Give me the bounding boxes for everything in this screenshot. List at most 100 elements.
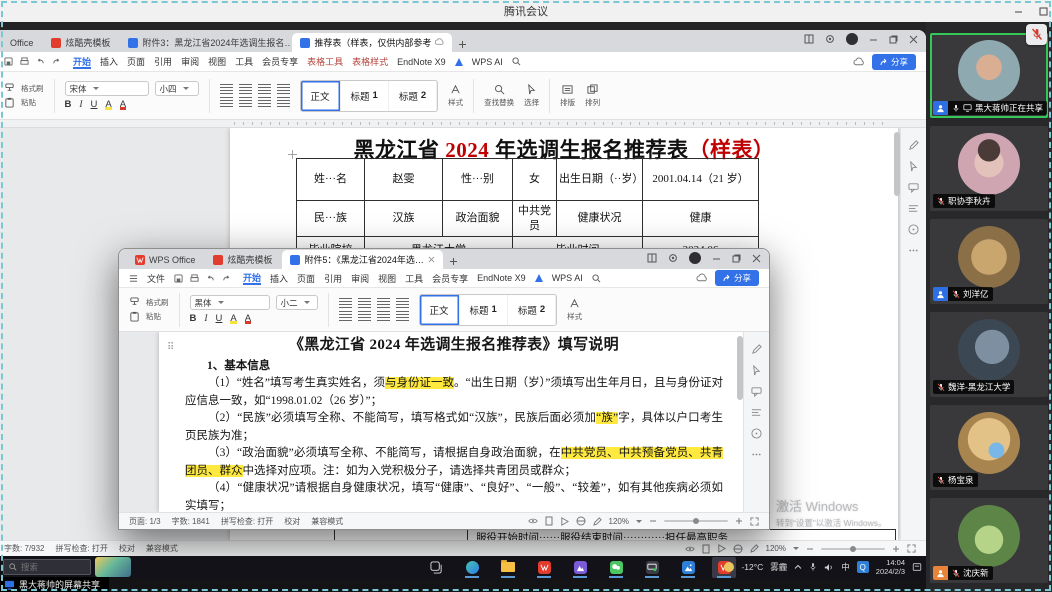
select-tool-icon[interactable] xyxy=(751,365,762,376)
wechat-button[interactable] xyxy=(604,557,628,578)
taskbar-clock[interactable]: 14:042024/2/3 xyxy=(876,558,905,576)
fullscreen-icon[interactable] xyxy=(907,544,916,553)
page-view-icon[interactable] xyxy=(702,544,710,554)
service-period-row[interactable]: 服役开始时间······服役结束时间············担任最高职务 xyxy=(334,529,896,540)
read-mode-icon[interactable] xyxy=(560,517,569,526)
style-heading1[interactable]: 标题1 xyxy=(460,295,508,325)
task-view-button[interactable] xyxy=(424,557,448,578)
wps-office-button[interactable] xyxy=(532,557,556,578)
close-icon[interactable] xyxy=(752,254,761,263)
eye-protection-icon[interactable] xyxy=(685,545,695,553)
more-tools-icon[interactable] xyxy=(751,449,762,460)
zoom-out-icon[interactable] xyxy=(649,517,657,525)
spellcheck-status[interactable]: 拼写检查: 打开 xyxy=(221,516,273,527)
italic-button[interactable]: I xyxy=(204,314,207,324)
typeset-button[interactable]: 排版 xyxy=(560,84,575,108)
front-doc-area[interactable]: ⠿ 《黑龙江省 2024 年选调生报名推荐表》填写说明 1、基本信息 （1）“姓… xyxy=(119,332,769,512)
tab-wps-office[interactable]: WPS Office xyxy=(127,250,203,269)
outline-icon[interactable] xyxy=(908,203,919,214)
format-painter-icon[interactable] xyxy=(129,297,140,308)
menu-view[interactable]: 视图 xyxy=(378,272,396,285)
restore-icon[interactable] xyxy=(889,35,898,44)
search-icon[interactable] xyxy=(512,57,521,66)
horizontal-ruler[interactable] xyxy=(0,120,926,128)
align-center-icon[interactable] xyxy=(239,97,252,107)
style-body[interactable]: 正文 xyxy=(420,295,460,325)
menu-file[interactable]: 文件 xyxy=(147,272,165,285)
table-cell[interactable]: 性···别 xyxy=(443,159,513,201)
cloud-upload-icon[interactable] xyxy=(853,57,864,67)
style-heading2[interactable]: 标题2 xyxy=(508,295,556,325)
table-cell[interactable]: 姓···名 xyxy=(297,159,365,201)
menu-wps-ai[interactable]: WPS AI xyxy=(472,57,503,67)
menu-insert[interactable]: 插入 xyxy=(100,55,118,68)
align-right-icon[interactable] xyxy=(377,311,390,321)
menu-review[interactable]: 审阅 xyxy=(351,272,369,285)
file-explorer-button[interactable] xyxy=(496,557,520,578)
comment-icon[interactable] xyxy=(908,182,919,193)
notification-center-icon[interactable] xyxy=(912,562,922,572)
menu-page[interactable]: 页面 xyxy=(297,272,315,285)
style-heading2[interactable]: 标题2 xyxy=(389,81,437,111)
screen-share-tool-button[interactable] xyxy=(640,557,664,578)
search-icon[interactable] xyxy=(592,274,601,283)
zoom-in-icon[interactable] xyxy=(892,545,900,553)
eye-protection-icon[interactable] xyxy=(528,517,538,525)
font-color-button[interactable]: A xyxy=(120,99,126,110)
zoom-slider[interactable] xyxy=(664,520,728,522)
menu-endnote[interactable]: EndNote X9 xyxy=(477,273,526,283)
split-view-icon[interactable] xyxy=(647,253,657,263)
read-mode-icon[interactable] xyxy=(717,544,726,553)
table-cell[interactable]: 赵雯 xyxy=(365,159,443,201)
bullet-list-icon[interactable] xyxy=(339,298,352,308)
align-right-icon[interactable] xyxy=(258,97,271,107)
photos-app-button[interactable] xyxy=(676,557,700,578)
indent-decrease-icon[interactable] xyxy=(258,84,271,94)
unmute-button[interactable] xyxy=(1026,24,1047,45)
tab-attachment3[interactable]: 附件3：黑龙江省2024年选调生报名… xyxy=(120,33,290,52)
redo-icon[interactable] xyxy=(222,274,231,283)
font-color-button[interactable]: A xyxy=(245,313,251,324)
table-cell[interactable]: 2001.04.14（21 岁） xyxy=(643,159,759,201)
align-left-icon[interactable] xyxy=(220,97,233,107)
tab-recommend-form[interactable]: 推荐表（样表，仅供内部参考 xyxy=(292,33,452,52)
table-cell[interactable]: 民···族 xyxy=(297,201,365,237)
tray-expand-icon[interactable] xyxy=(794,564,802,570)
ime-indicator[interactable]: 中 xyxy=(841,561,850,573)
zoom-in-icon[interactable] xyxy=(735,517,743,525)
outline-icon[interactable] xyxy=(751,407,762,418)
bold-button[interactable]: B xyxy=(190,313,197,324)
minimize-icon[interactable] xyxy=(712,254,721,263)
underline-button[interactable]: U xyxy=(91,99,98,110)
page-view-icon[interactable] xyxy=(545,516,553,526)
cloud-upload-icon[interactable] xyxy=(696,273,707,283)
web-view-icon[interactable] xyxy=(733,544,743,554)
restore-icon[interactable] xyxy=(732,254,741,263)
select-tool-icon[interactable] xyxy=(908,161,919,172)
close-icon[interactable] xyxy=(909,35,918,44)
indent-decrease-icon[interactable] xyxy=(377,298,390,308)
edge-browser-button[interactable] xyxy=(460,557,484,578)
table-cell[interactable]: 政治面貌 xyxy=(443,201,513,237)
spellcheck-status[interactable]: 拼写检查: 打开 xyxy=(55,543,107,554)
bullet-list-icon[interactable] xyxy=(220,84,233,94)
underline-button[interactable]: U xyxy=(216,313,223,324)
line-spacing-icon[interactable] xyxy=(396,311,409,321)
share-button[interactable]: 分享 xyxy=(872,54,916,70)
style-body[interactable]: 正文 xyxy=(301,81,341,111)
select-button[interactable]: 选择 xyxy=(524,84,539,108)
pictures-app-button[interactable] xyxy=(568,557,592,578)
save-icon[interactable] xyxy=(4,57,13,66)
search-input[interactable] xyxy=(21,562,79,572)
front-doc-page[interactable]: ⠿ 《黑龙江省 2024 年选调生报名推荐表》填写说明 1、基本信息 （1）“姓… xyxy=(159,332,743,512)
table-cell[interactable]: 中共党员 xyxy=(513,201,557,237)
menu-table-tools[interactable]: 表格工具 xyxy=(307,55,343,68)
new-tab-icon[interactable] xyxy=(449,257,458,266)
menu-wps-ai[interactable]: WPS AI xyxy=(552,273,583,283)
settings-icon[interactable] xyxy=(825,34,835,44)
style-more-button[interactable]: 样式 xyxy=(567,298,582,322)
zoom-level[interactable]: 120% xyxy=(766,544,786,553)
indent-increase-icon[interactable] xyxy=(396,298,409,308)
participant-tile[interactable]: 杨宝泉 xyxy=(930,405,1048,490)
close-tab-icon[interactable] xyxy=(428,256,435,263)
